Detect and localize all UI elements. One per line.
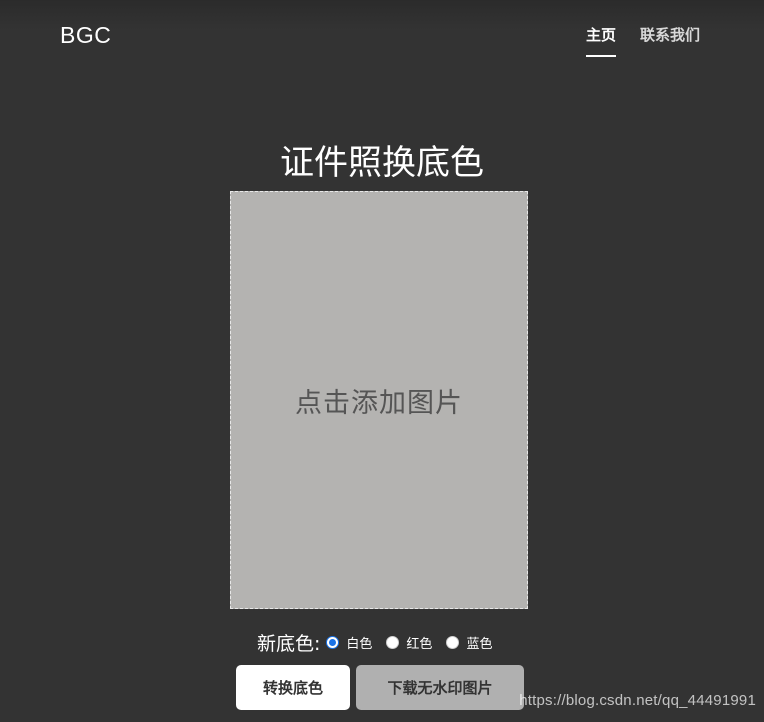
radio-white-label[interactable]: 白色 <box>346 633 372 652</box>
brand-logo[interactable]: BGC <box>60 22 111 49</box>
new-background-label: 新底色: <box>257 632 321 655</box>
page-title: 证件照换底色 <box>280 143 484 183</box>
radio-red-label[interactable]: 红色 <box>406 633 432 652</box>
nav-item-contact[interactable]: 联系我们 <box>640 24 700 57</box>
background-color-options: 新底色: 白色 红色 蓝色 <box>257 628 502 656</box>
top-nav: 主页 联系我们 <box>585 24 700 57</box>
page: BGC 主页 联系我们 证件照换底色 点击添加图片 新底色: 白色 红色 蓝色 … <box>0 0 764 722</box>
radio-blue-label[interactable]: 蓝色 <box>466 633 492 652</box>
nav-item-home[interactable]: 主页 <box>585 24 616 57</box>
download-image-button[interactable]: 下载无水印图片 <box>356 665 524 710</box>
radio-red[interactable] <box>386 635 400 649</box>
image-upload-area[interactable]: 点击添加图片 <box>230 191 528 609</box>
radio-white[interactable] <box>326 635 340 649</box>
watermark-url: https://blog.csdn.net/qq_44491991 <box>519 692 756 709</box>
upload-placeholder-text: 点击添加图片 <box>295 387 463 419</box>
radio-blue[interactable] <box>446 635 460 649</box>
convert-background-button[interactable]: 转换底色 <box>236 665 350 710</box>
